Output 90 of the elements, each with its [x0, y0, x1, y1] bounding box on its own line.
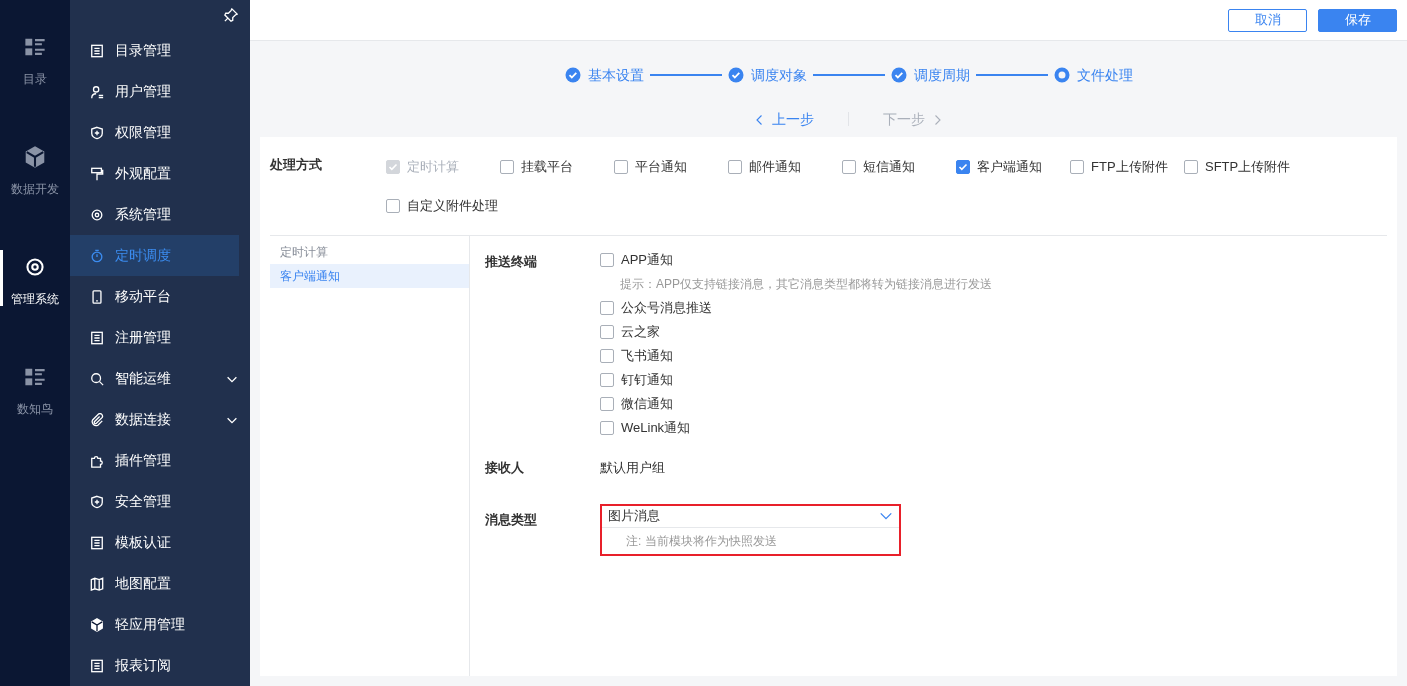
stopwatch-icon [90, 248, 104, 263]
rail-label: 管理系统 [11, 291, 59, 308]
shield-icon [90, 125, 104, 140]
paperclip-icon [90, 412, 104, 427]
rail-item[interactable]: 数知鸟 [0, 356, 70, 466]
checkbox[interactable] [842, 159, 856, 174]
checkbox[interactable] [386, 198, 400, 213]
nav-item[interactable]: 权限管理 [70, 112, 239, 153]
checkbox[interactable] [600, 421, 614, 435]
field-label: 接收人 [485, 459, 525, 477]
nav-item[interactable]: 模板认证 [70, 522, 239, 563]
checkbox[interactable] [600, 253, 614, 267]
nav-item[interactable]: 移动平台 [70, 276, 239, 317]
step-label: 基本设置 [587, 65, 644, 85]
nav-item[interactable]: 报表订阅 [70, 645, 239, 686]
document-icon [90, 43, 104, 58]
document-icon [90, 535, 104, 550]
checkbox-label: SFTP上传附件 [1205, 157, 1291, 176]
checkbox-label: APP通知 [621, 251, 673, 270]
note-text: 注: 当前模块将作为快照发送 [625, 532, 778, 550]
checkbox[interactable] [614, 159, 628, 174]
checkbox-label: 短信通知 [863, 157, 915, 176]
checkbox-label: 客户端通知 [977, 157, 1042, 176]
rail-item[interactable]: 数据开发 [0, 136, 70, 246]
checkbox-label: 钉钉通知 [621, 371, 673, 390]
rail-label: 目录 [23, 71, 47, 88]
checkbox[interactable] [956, 159, 970, 174]
paint-roller-icon [90, 166, 104, 181]
nav-item[interactable]: 数据连接 [70, 399, 239, 440]
checkbox[interactable] [600, 397, 614, 411]
checkbox-label: 自定义附件处理 [407, 196, 498, 215]
checkbox[interactable] [500, 159, 514, 174]
checkbox[interactable] [728, 159, 742, 174]
rail-label: 数知鸟 [17, 401, 53, 418]
user-icon [90, 84, 104, 99]
checkbox[interactable] [600, 325, 614, 339]
rail-item[interactable]: 目录 [0, 26, 70, 136]
checkbox[interactable] [1070, 159, 1084, 174]
nav-item[interactable]: 目录管理 [70, 30, 239, 71]
cube-icon [24, 146, 46, 168]
check-icon [958, 161, 968, 172]
nav-item[interactable]: 安全管理 [70, 481, 239, 522]
nav-item[interactable]: 地图配置 [70, 563, 239, 604]
select-field[interactable]: 图片消息 [602, 505, 899, 528]
phone-icon [90, 289, 104, 304]
nav-item[interactable]: 注册管理 [70, 317, 239, 358]
magnifier-icon [90, 371, 104, 386]
shield-icon [90, 494, 104, 509]
nav-item[interactable]: 插件管理 [70, 440, 239, 481]
list-icon [24, 36, 46, 58]
list-icon [24, 366, 46, 388]
step-label: 调度周期 [913, 65, 970, 85]
side-tab[interactable]: 定时计算 [270, 240, 469, 264]
previous-step-button[interactable]: 上一步 [714, 108, 848, 130]
nav-item[interactable]: 智能运维 [70, 358, 239, 399]
checkbox-label: 挂载平台 [521, 157, 573, 176]
document-icon [90, 658, 104, 673]
nav-item[interactable]: 系统管理 [70, 194, 239, 235]
checkbox-label: 平台通知 [635, 157, 687, 176]
nav-item[interactable]: 用户管理 [70, 71, 239, 112]
hint-text: 提示：APP仅支持链接消息，其它消息类型都将转为链接消息进行发送 [619, 276, 992, 293]
checkbox[interactable] [600, 349, 614, 363]
checkbox-label: 微信通知 [621, 395, 673, 414]
checkbox[interactable] [600, 373, 614, 387]
checkbox-label: 飞书通知 [621, 347, 673, 366]
field-label: 消息类型 [485, 510, 538, 529]
checkbox-label: 邮件通知 [749, 157, 801, 176]
checkbox[interactable] [600, 301, 614, 315]
receiver-value: 默认用户组 [600, 459, 665, 477]
puzzle-icon [90, 453, 104, 468]
rail-label: 数据开发 [11, 181, 59, 198]
checkbox[interactable] [1184, 159, 1198, 174]
checkbox-label: 公众号消息推送 [621, 299, 712, 318]
pin-icon [224, 8, 238, 22]
cancel-button[interactable]: 取消 [1228, 8, 1307, 32]
rail-item[interactable]: 管理系统 [0, 246, 70, 356]
save-button[interactable]: 保存 [1318, 8, 1397, 32]
field-label: 推送终端 [485, 253, 538, 271]
checkbox-label: WeLink通知 [621, 419, 691, 438]
field-label: 处理方式 [270, 156, 323, 174]
nav-item[interactable]: 轻应用管理 [70, 604, 239, 645]
checkbox-label: 云之家 [621, 323, 660, 342]
step-label: 文件处理 [1076, 65, 1133, 85]
nav-item[interactable]: 外观配置 [70, 153, 239, 194]
step-label: 调度对象 [750, 65, 807, 85]
map-icon [90, 576, 104, 591]
checkbox-label: FTP上传附件 [1091, 157, 1168, 176]
document-icon [90, 330, 104, 345]
checkbox-label: 定时计算 [407, 157, 459, 176]
cube-icon [90, 617, 104, 632]
